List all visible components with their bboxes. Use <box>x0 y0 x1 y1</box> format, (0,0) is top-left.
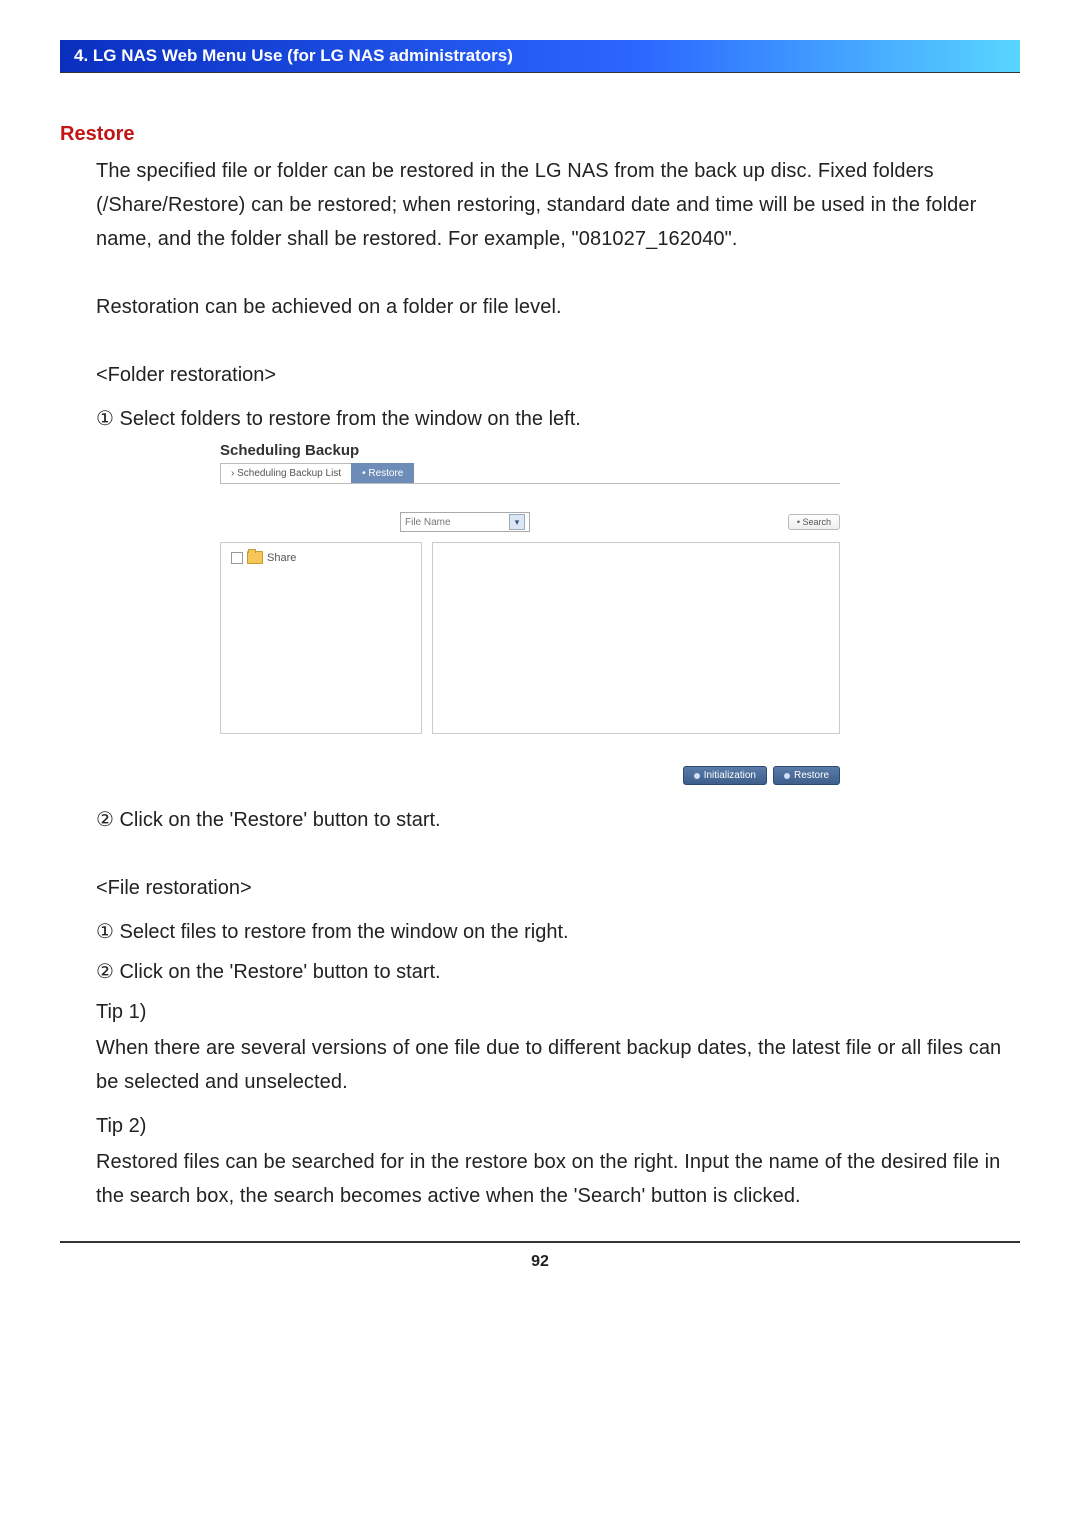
folder-tree-panel[interactable]: Share <box>220 542 422 734</box>
figure-tab-row: › Scheduling Backup List • Restore <box>220 463 840 484</box>
initialization-button[interactable]: Initialization <box>683 766 767 785</box>
tip-1-label: Tip 1) <box>60 995 1020 1029</box>
page-number: 92 <box>531 1253 549 1270</box>
file-step-2: ② Click on the 'Restore' button to start… <box>60 955 1020 989</box>
tab-restore[interactable]: • Restore <box>351 463 414 483</box>
folder-step-1: ① Select folders to restore from the win… <box>60 402 1020 436</box>
figure-title: Scheduling Backup <box>220 442 840 459</box>
bullet-icon <box>694 773 700 779</box>
tree-item-label: Share <box>267 552 296 564</box>
restore-scope-note: Restoration can be achieved on a folder … <box>60 290 1020 324</box>
chapter-header: 4. LG NAS Web Menu Use (for LG NAS admin… <box>60 40 1020 73</box>
tab-scheduling-backup-list[interactable]: › Scheduling Backup List <box>220 463 352 483</box>
chevron-down-icon: ▾ <box>509 514 525 530</box>
initialization-button-label: Initialization <box>704 770 756 781</box>
restore-button[interactable]: Restore <box>773 766 840 785</box>
tip-2-label: Tip 2) <box>60 1109 1020 1143</box>
section-heading-restore: Restore <box>60 123 1020 146</box>
tree-item-share[interactable]: Share <box>221 543 421 572</box>
figure-panels: Share <box>220 542 840 734</box>
file-name-dropdown-label: File Name <box>405 517 451 528</box>
tip-2-text: Restored files can be searched for in th… <box>60 1145 1020 1213</box>
tip-1-text: When there are several versions of one f… <box>60 1031 1020 1099</box>
figure-body: File Name ▾ • Search Share <box>220 484 840 785</box>
page-footer: 92 <box>60 1241 1020 1271</box>
document-page: 4. LG NAS Web Menu Use (for LG NAS admin… <box>0 0 1080 1530</box>
file-list-panel[interactable] <box>432 542 840 734</box>
chapter-title: 4. LG NAS Web Menu Use (for LG NAS admin… <box>74 46 513 65</box>
folder-restoration-heading: <Folder restoration> <box>60 358 1020 392</box>
figure-action-row: Initialization Restore <box>220 766 840 785</box>
folder-step-2: ② Click on the 'Restore' button to start… <box>60 803 1020 837</box>
figure-controls: File Name ▾ • Search <box>400 512 840 532</box>
search-button[interactable]: • Search <box>788 514 840 530</box>
file-step-1: ① Select files to restore from the windo… <box>60 915 1020 949</box>
file-restoration-heading: <File restoration> <box>60 871 1020 905</box>
restore-intro-paragraph: The specified file or folder can be rest… <box>60 154 1020 256</box>
file-name-dropdown[interactable]: File Name ▾ <box>400 512 530 532</box>
scheduling-backup-figure: Scheduling Backup › Scheduling Backup Li… <box>220 442 840 785</box>
bullet-icon <box>784 773 790 779</box>
restore-button-label: Restore <box>794 770 829 781</box>
folder-icon <box>247 551 263 564</box>
checkbox-icon[interactable] <box>231 552 243 564</box>
